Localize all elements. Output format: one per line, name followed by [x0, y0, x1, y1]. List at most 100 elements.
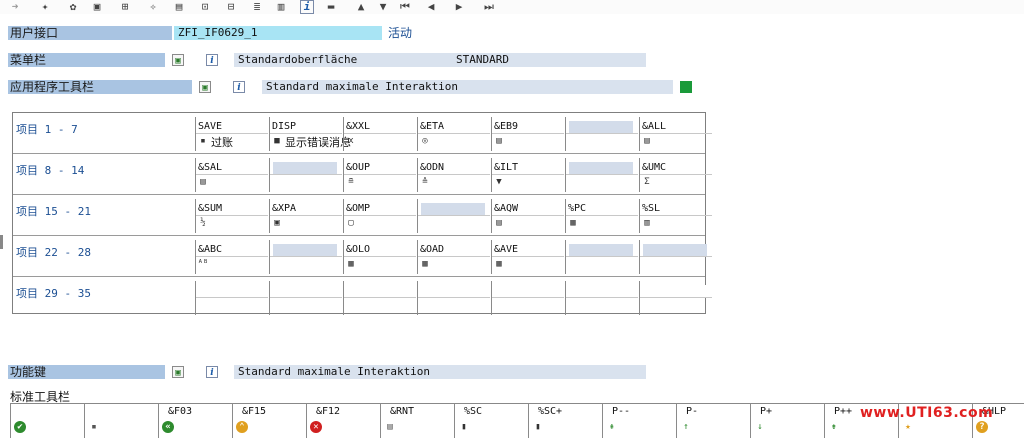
std-function-code[interactable]: %SC	[464, 406, 482, 417]
first-page-icon[interactable]: ⏮	[398, 0, 412, 14]
arrow-right-icon[interactable]: ➜	[8, 0, 22, 14]
function-code[interactable]: &OMP	[346, 203, 370, 214]
function-code[interactable]: &OUP	[346, 162, 370, 173]
menu-bar-info-icon[interactable]: i	[206, 54, 218, 66]
app-toolbar-select-icon[interactable]: ▣	[199, 81, 211, 93]
function-keys-select-icon[interactable]: ▣	[172, 366, 184, 378]
chart-icon[interactable]: ▤	[493, 135, 505, 147]
std-function-code[interactable]: P--	[612, 406, 630, 417]
print-icon[interactable]: ▤	[384, 421, 396, 433]
function-code[interactable]: %SL	[642, 203, 660, 214]
tree-icon[interactable]: ⊟	[224, 0, 238, 14]
bookmark-icon[interactable]: ★	[902, 421, 914, 433]
save-icon[interactable]: ▪	[88, 421, 100, 433]
function-code[interactable]: &SAL	[198, 162, 222, 173]
function-code[interactable]: &OLO	[346, 244, 370, 255]
function-code[interactable]: &ABC	[198, 244, 222, 255]
empty-function-field[interactable]	[569, 162, 633, 174]
next-icon[interactable]: ▶	[452, 0, 466, 14]
function-code[interactable]: &ETA	[420, 121, 444, 132]
window-icon[interactable]: ▤	[172, 0, 186, 14]
xxl-icon[interactable]: x	[345, 135, 357, 147]
function-code[interactable]: DISP	[272, 121, 296, 132]
empty-function-field[interactable]	[569, 244, 633, 256]
mail-icon[interactable]: ▥	[641, 217, 653, 229]
std-function-code[interactable]: P-	[686, 406, 698, 417]
deselect-icon[interactable]: ▤	[197, 176, 209, 188]
first-page-icon[interactable]: ⇞	[606, 421, 618, 433]
back-icon[interactable]: «	[162, 421, 174, 433]
clipboard-icon[interactable]: ▣	[90, 0, 104, 14]
object-icon[interactable]: ✿	[66, 0, 80, 14]
triangle-up-icon[interactable]: ▲	[354, 0, 368, 14]
word-icon[interactable]: ▤	[493, 217, 505, 229]
splitter-handle[interactable]	[0, 235, 3, 249]
node-icon[interactable]: ⊡	[198, 0, 212, 14]
function-code[interactable]: &SUM	[198, 203, 222, 214]
exit-icon[interactable]: ⌃	[236, 421, 248, 433]
function-keys-info-icon[interactable]: i	[206, 366, 218, 378]
function-code[interactable]: &ALL	[642, 121, 666, 132]
function-code[interactable]: &EB9	[494, 121, 518, 132]
check-icon[interactable]: ✔	[14, 421, 26, 433]
previous-icon[interactable]: ◀	[424, 0, 438, 14]
glasses-icon[interactable]: ✦	[38, 0, 52, 14]
hat-icon[interactable]: ▬	[324, 0, 338, 14]
empty-function-field[interactable]	[273, 244, 337, 256]
hierarchy-icon[interactable]: ⊞	[118, 0, 132, 14]
find-icon[interactable]: ▮	[458, 421, 470, 433]
std-function-code[interactable]: &F03	[168, 406, 192, 417]
std-function-code[interactable]: &F15	[242, 406, 266, 417]
function-code[interactable]: %PC	[568, 203, 586, 214]
menu-bar-select-icon[interactable]: ▣	[172, 54, 184, 66]
subtotal-icon[interactable]: ½	[197, 217, 209, 229]
sort-desc-icon[interactable]: ≙	[419, 176, 431, 188]
app-toolbar-field[interactable]: Standard maximale Interaktion	[262, 80, 673, 94]
std-function-code[interactable]: &F12	[316, 406, 340, 417]
filter-icon[interactable]: ▼	[493, 176, 505, 188]
abc-icon[interactable]: ᴬᴮ	[197, 258, 209, 270]
empty-function-field[interactable]	[421, 203, 485, 215]
function-code[interactable]: &XXL	[346, 121, 370, 132]
std-function-code[interactable]: P++	[834, 406, 852, 417]
cancel-icon[interactable]: ✕	[310, 421, 322, 433]
function-code[interactable]: &ODN	[420, 162, 444, 173]
function-code[interactable]: &UMC	[642, 162, 666, 173]
error-log-icon[interactable]: ■	[271, 135, 283, 147]
layout-choose-icon[interactable]: ▦	[419, 258, 431, 270]
sum-icon[interactable]: Σ	[641, 176, 653, 188]
function-code[interactable]: SAVE	[198, 121, 222, 132]
last-page-icon[interactable]: ⏭	[482, 0, 496, 14]
sort-asc-icon[interactable]: ≘	[345, 176, 357, 188]
layout-save-icon[interactable]: ▦	[493, 258, 505, 270]
function-code[interactable]: &AQW	[494, 203, 518, 214]
function-code[interactable]: &ILT	[494, 162, 518, 173]
menu-bar-field[interactable]: Standardoberfläche STANDARD	[234, 53, 646, 67]
std-function-code[interactable]: P+	[760, 406, 772, 417]
layout-icon[interactable]: ▦	[345, 258, 357, 270]
empty-function-field[interactable]	[273, 162, 337, 174]
help-icon[interactable]: ?	[976, 421, 988, 433]
function-keys-field[interactable]: Standard maximale Interaktion	[234, 365, 646, 379]
interface-name-field[interactable]: ZFI_IF0629_1	[174, 26, 382, 40]
collapse-icon[interactable]: ▢	[345, 217, 357, 229]
info-icon[interactable]: i	[300, 0, 314, 14]
wand-icon[interactable]: ✧	[146, 0, 160, 14]
std-function-code[interactable]: &RNT	[390, 406, 414, 417]
save-icon[interactable]: ▪	[197, 135, 209, 147]
empty-function-field[interactable]	[643, 244, 707, 256]
find-next-icon[interactable]: ▮	[532, 421, 544, 433]
select-all-icon[interactable]: ▤	[641, 135, 653, 147]
detail-icon[interactable]: ◎	[419, 135, 431, 147]
prev-page-icon[interactable]: ↑	[680, 421, 692, 433]
function-code[interactable]: &OAD	[420, 244, 444, 255]
export-icon[interactable]: ▦	[567, 217, 579, 229]
next-page-icon[interactable]: ↓	[754, 421, 766, 433]
function-code[interactable]: &AVE	[494, 244, 518, 255]
last-page-icon[interactable]: ⇟	[828, 421, 840, 433]
triangle-down-icon[interactable]: ▼	[376, 0, 390, 14]
function-code[interactable]: &XPA	[272, 203, 296, 214]
screen-icon[interactable]: ▥	[274, 0, 288, 14]
app-toolbar-info-icon[interactable]: i	[233, 81, 245, 93]
empty-function-field[interactable]	[569, 121, 633, 133]
